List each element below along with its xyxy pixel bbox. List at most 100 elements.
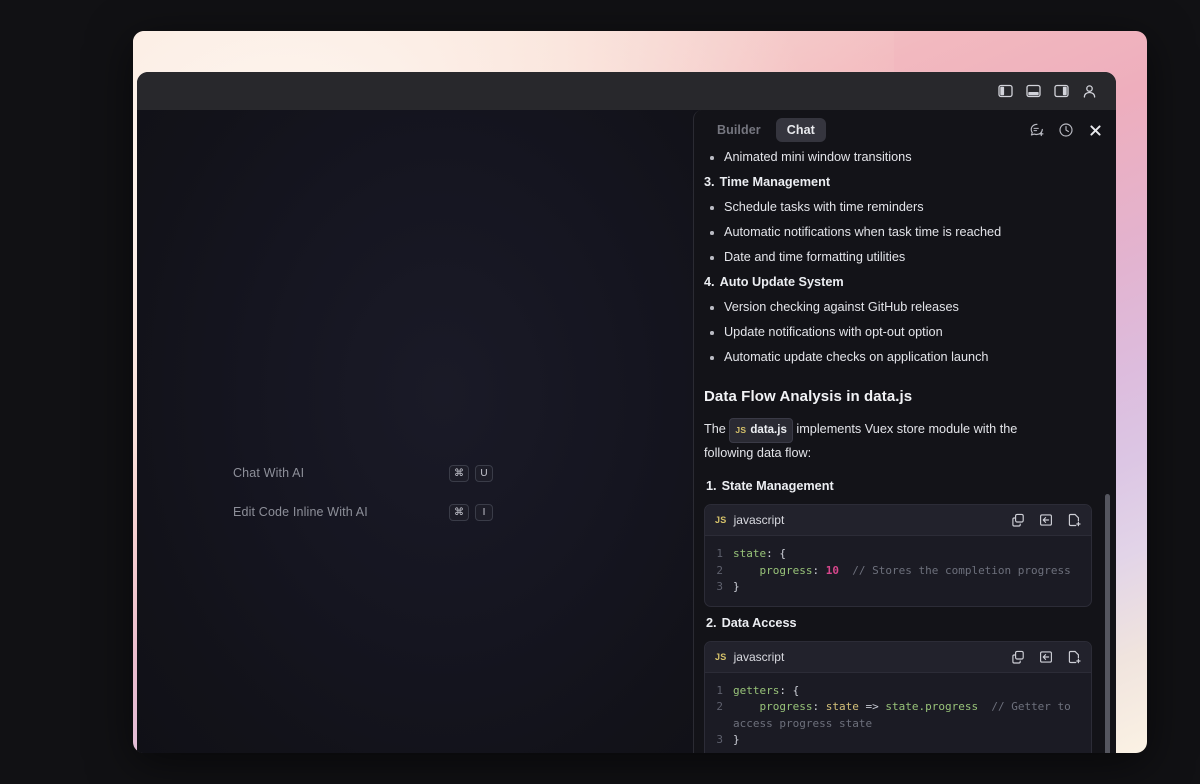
code-block-actions bbox=[1008, 511, 1083, 530]
desktop-background: Chat With AI ⌘ U Edit Code Inline With A… bbox=[0, 0, 1200, 784]
inline-file-chip[interactable]: JS data.js bbox=[729, 418, 793, 443]
list-item: Automatic notifications when task time i… bbox=[702, 224, 1094, 241]
code-block-actions bbox=[1008, 647, 1083, 666]
js-badge-icon: JS bbox=[735, 425, 747, 435]
code-token-param: state bbox=[825, 700, 859, 713]
tab-builder[interactable]: Builder bbox=[706, 118, 772, 142]
account-icon[interactable] bbox=[1076, 79, 1102, 103]
shortcut-keys: ⌘ I bbox=[449, 503, 493, 521]
code-section-label: State Management bbox=[721, 479, 834, 493]
code-token-punc: } bbox=[733, 733, 740, 746]
code-token-key: state.progress bbox=[885, 700, 979, 713]
chat-message-content: Animated mini window transitions 3. Time M… bbox=[702, 150, 1094, 753]
code-section-title: 2. Data Access bbox=[704, 615, 1094, 632]
code-block-body[interactable]: 1 state: {2 progress: 10 // Stores the co… bbox=[705, 536, 1091, 606]
toggle-right-panel-icon[interactable] bbox=[1048, 79, 1074, 103]
code-line: 2 progress: 10 // Stores the completion … bbox=[711, 563, 1081, 580]
code-line-text: progress: state => state.progress // Get… bbox=[733, 699, 1081, 732]
history-icon[interactable] bbox=[1055, 119, 1077, 141]
code-section: 2. Data Access JS javascript 1 getters: {2 pr… bbox=[702, 615, 1094, 754]
intro-paragraph: The JS data.js implements Vuex store modu… bbox=[704, 418, 1034, 464]
markdown-list: Animated mini window transitions 3. Time M… bbox=[702, 150, 1094, 366]
code-line-text: getters: { bbox=[733, 683, 1081, 700]
shortcut-label: Edit Code Inline With AI bbox=[233, 505, 368, 519]
list-item-number: 4. bbox=[704, 275, 715, 289]
code-language-label: javascript bbox=[733, 513, 785, 527]
list-item: Update notifications with opt-out option bbox=[702, 324, 1094, 341]
key-cap-command: ⌘ bbox=[449, 503, 469, 521]
code-block-header: JS javascript bbox=[705, 641, 1091, 673]
code-language-label: javascript bbox=[733, 649, 785, 664]
code-token-op: => bbox=[858, 700, 886, 713]
code-line-number: 1 bbox=[716, 683, 723, 697]
close-icon[interactable] bbox=[1084, 119, 1106, 141]
code-line-number: 1 bbox=[716, 547, 723, 560]
code-line-text: } bbox=[733, 732, 1081, 749]
ide-application-window: Chat With AI ⌘ U Edit Code Inline With A… bbox=[137, 72, 1116, 753]
inline-file-name: data.js bbox=[750, 424, 787, 436]
ai-chat-panel: Builder Chat Animated mini window transi… bbox=[693, 110, 1116, 753]
code-line: 2 progress: state => state.progress // G… bbox=[711, 699, 1081, 732]
new-chat-icon[interactable] bbox=[1026, 119, 1048, 141]
js-badge-icon: JS bbox=[715, 651, 727, 662]
list-item-label: Time Management bbox=[719, 175, 831, 189]
key-cap-letter: U bbox=[475, 464, 493, 482]
new-file-icon[interactable] bbox=[1064, 647, 1083, 666]
shortcut-label: Chat With AI bbox=[233, 466, 305, 480]
editor-shortcut-hints: Chat With AI ⌘ U Edit Code Inline With A… bbox=[233, 462, 493, 540]
code-section-label: Data Access bbox=[721, 615, 797, 630]
code-token-punc: : bbox=[812, 700, 826, 713]
paragraph-before: The bbox=[704, 422, 726, 436]
js-badge-icon: JS bbox=[715, 515, 727, 525]
code-token-key: getters bbox=[733, 683, 780, 697]
new-file-icon[interactable] bbox=[1064, 511, 1083, 530]
code-line-number: 2 bbox=[716, 563, 723, 577]
code-section-number: 2. bbox=[706, 615, 717, 630]
code-token-cmt: // Stores the completion progress bbox=[852, 563, 1071, 577]
code-token-punc: : { bbox=[779, 683, 800, 697]
list-item: Schedule tasks with time reminders bbox=[702, 199, 1094, 216]
tab-chat[interactable]: Chat bbox=[775, 118, 826, 142]
key-cap-letter: I bbox=[475, 503, 493, 521]
copy-code-icon[interactable] bbox=[1008, 647, 1027, 666]
chat-scrollbar-thumb[interactable] bbox=[1105, 494, 1110, 753]
list-item: Date and time formatting utilities bbox=[702, 249, 1094, 266]
chat-header-actions bbox=[1026, 119, 1106, 141]
list-item-label: Auto Update System bbox=[719, 275, 844, 289]
code-block: JS javascript 1 getters: {2 progress: state… bbox=[704, 640, 1092, 754]
code-block: JS javascript 1 state: {2 progress: 10 // S… bbox=[704, 504, 1092, 607]
code-token-key: progress bbox=[759, 700, 813, 713]
code-line: 3} bbox=[711, 732, 1081, 749]
code-line-text: } bbox=[733, 579, 1081, 596]
code-line: 3} bbox=[711, 579, 1081, 596]
shortcut-keys: ⌘ U bbox=[449, 464, 493, 482]
titlebar bbox=[137, 72, 1116, 110]
code-section-number: 1. bbox=[706, 479, 717, 493]
copy-code-icon[interactable] bbox=[1008, 511, 1027, 530]
code-line-number: 3 bbox=[716, 580, 723, 593]
list-item-number: 3. bbox=[704, 175, 715, 189]
toggle-bottom-panel-icon[interactable] bbox=[1020, 79, 1046, 103]
code-sections: 1. State Management JS javascript 1 state : { 2… bbox=[702, 478, 1094, 753]
insert-code-icon[interactable] bbox=[1036, 511, 1055, 530]
code-token-key: progress bbox=[759, 563, 813, 577]
code-section-title: 1. State Management bbox=[704, 478, 1094, 495]
insert-code-icon[interactable] bbox=[1036, 647, 1055, 666]
page-title: Data Flow Analysis in data.js bbox=[704, 388, 913, 405]
toggle-left-panel-icon[interactable] bbox=[992, 79, 1018, 103]
code-block-body[interactable]: 1 getters: {2 progress: state => state.pr… bbox=[705, 673, 1091, 754]
shortcut-row-edit-code-inline: Edit Code Inline With AI ⌘ I bbox=[233, 501, 493, 523]
chat-scroll-area[interactable]: Animated mini window transitions 3. Time M… bbox=[694, 150, 1116, 753]
code-line: 1 getters: { bbox=[711, 683, 1081, 700]
window-shell: Chat With AI ⌘ U Edit Code Inline With A… bbox=[133, 31, 1147, 753]
code-editor-pane[interactable]: Chat With AI ⌘ U Edit Code Inline With A… bbox=[137, 110, 693, 753]
code-token-punc: : bbox=[812, 563, 826, 577]
code-token-num: 10 bbox=[825, 563, 839, 577]
list-item: Automatic update checks on application l… bbox=[702, 349, 1094, 366]
ordered-list-item: 4. Auto Update System bbox=[702, 274, 1094, 291]
app-body: Chat With AI ⌘ U Edit Code Inline With A… bbox=[137, 110, 1116, 753]
code-token-punc: : { bbox=[766, 547, 786, 560]
